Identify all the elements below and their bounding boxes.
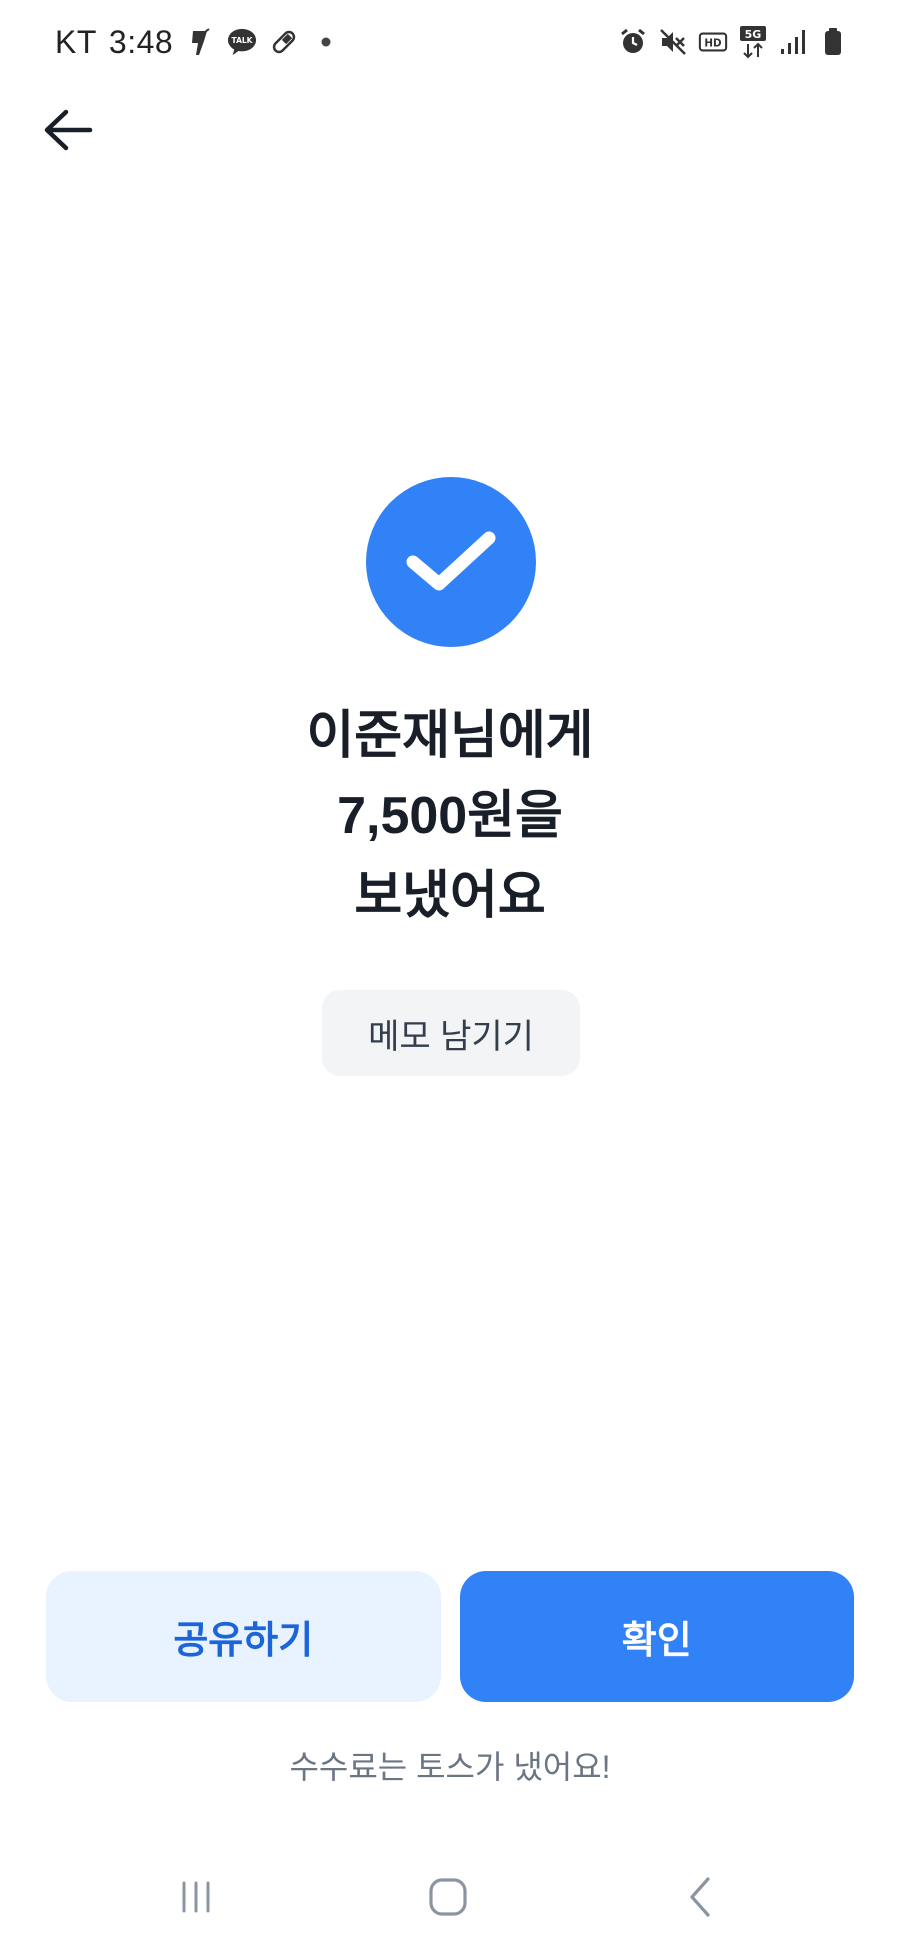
kakaotalk-badge-text: TALK: [232, 36, 254, 45]
pill-icon: [269, 27, 299, 57]
result-amount: 7,500원을: [337, 787, 563, 845]
dot-icon: [311, 27, 341, 57]
action-row: 공유하기 확인: [46, 1571, 854, 1702]
clock-time: 3:48: [108, 23, 174, 60]
leave-memo-button[interactable]: 메모 남기기: [322, 990, 580, 1076]
recents-icon: [182, 1881, 210, 1913]
home-icon: [429, 1878, 467, 1916]
5g-icon: 5G: [738, 26, 768, 59]
signal-icon: [778, 27, 808, 57]
alarm-icon: [618, 27, 648, 57]
check-icon: [406, 531, 496, 591]
status-left: KT 3:48 TALK: [55, 18, 341, 66]
result-recipient: 이준재님에게: [306, 707, 594, 765]
system-nav-bar: [0, 1852, 900, 1950]
back-button[interactable]: [30, 92, 106, 168]
arrow-left-icon: [44, 109, 93, 151]
recents-button[interactable]: [156, 1862, 236, 1932]
fee-note: 수수료는 토스가 냈어요!: [289, 1749, 611, 1785]
hd-icon: HD: [698, 27, 728, 57]
status-right: HD 5G: [618, 20, 848, 64]
hd-label: HD: [704, 38, 722, 50]
status-bar: KT 3:48 TALK HD 5G: [0, 0, 900, 84]
home-button[interactable]: [408, 1862, 488, 1932]
torch-notification-icon: [185, 27, 215, 57]
share-button[interactable]: 공유하기: [46, 1571, 441, 1702]
battery-icon: [818, 27, 848, 57]
5g-label: 5G: [745, 28, 762, 41]
kakaotalk-icon: TALK: [227, 27, 257, 57]
confirm-button[interactable]: 확인: [459, 1571, 854, 1702]
transfer-result-message: 이준재님에게 7,500원을 보냈어요: [150, 696, 750, 936]
result-status: 보냈어요: [354, 867, 546, 925]
success-check-circle: [366, 477, 536, 647]
mute-icon: [658, 27, 688, 57]
back-icon: [690, 1877, 710, 1917]
carrier-label: KT: [55, 23, 97, 60]
system-back-button[interactable]: [661, 1862, 741, 1932]
